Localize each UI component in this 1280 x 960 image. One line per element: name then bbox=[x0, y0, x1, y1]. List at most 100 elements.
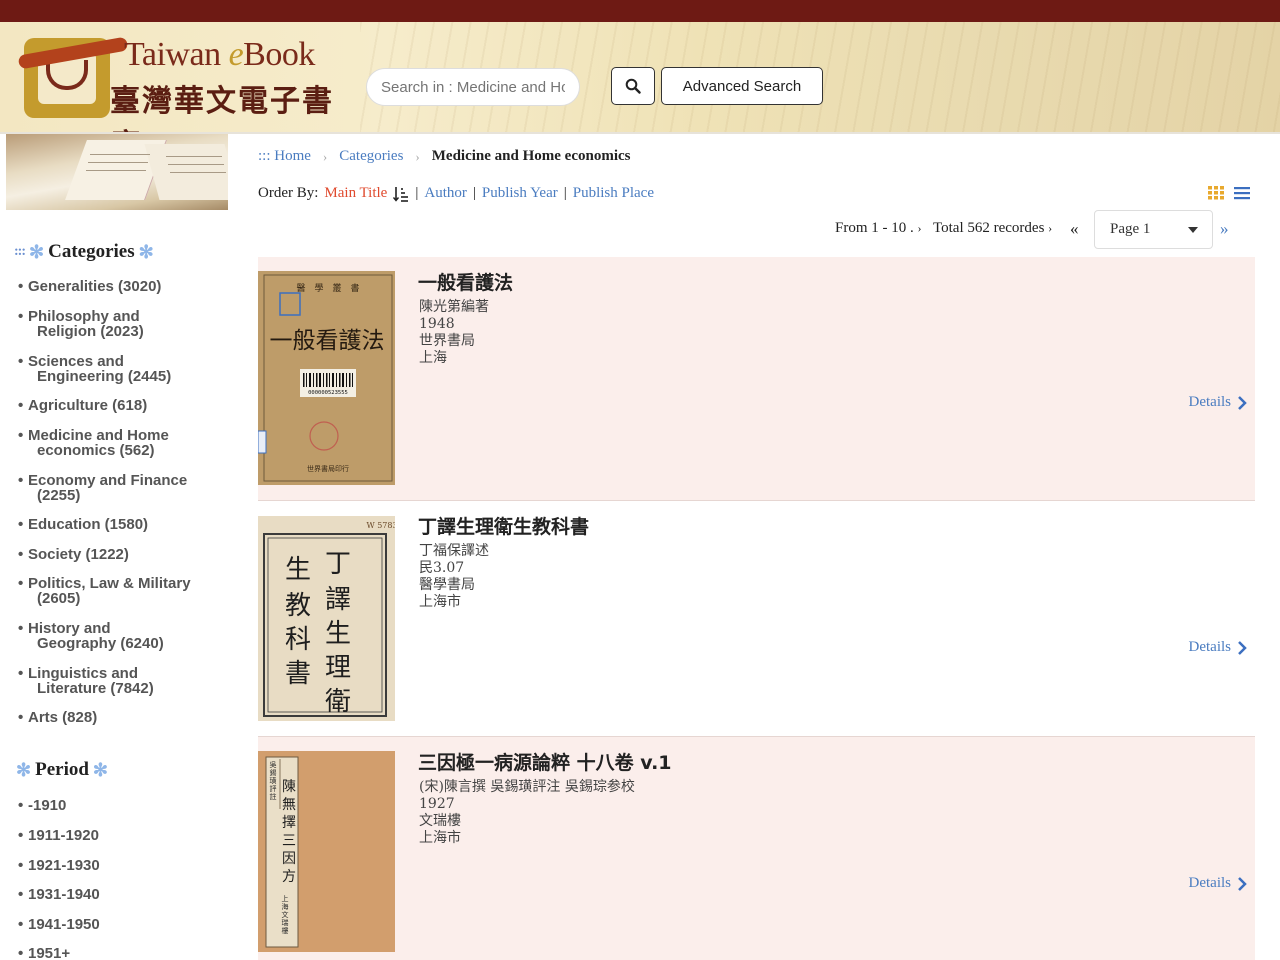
breadcrumb-home[interactable]: ::: Home bbox=[258, 148, 311, 165]
details-link[interactable]: Details bbox=[1189, 639, 1248, 656]
record-total: Total 562 recordes › bbox=[933, 220, 1053, 236]
svg-text:上: 上 bbox=[282, 894, 289, 903]
chevron-right-icon bbox=[1238, 640, 1247, 655]
category-item[interactable]: Philosophy andReligion (2023) bbox=[18, 309, 218, 339]
book-meta: (宋)陳言撰 吳錫璜評注 吳錫琮参校 1927 文瑞樓 上海市 bbox=[419, 779, 635, 847]
category-item[interactable]: Society (1222) bbox=[18, 547, 218, 562]
snowflake-icon: ✻ bbox=[92, 759, 109, 780]
book-author: 陳光第編著 bbox=[419, 299, 489, 315]
svg-text:樓: 樓 bbox=[282, 926, 289, 935]
book-title[interactable]: 三因極一病源論粹 十八卷 v.1 bbox=[418, 748, 672, 775]
search-icon bbox=[625, 78, 641, 94]
svg-text:璜: 璜 bbox=[270, 776, 277, 785]
book-row: 陳無擇三因方 吳錫璜評註 上海文瑞樓 三因極一病源論粹 十八卷 v.1 (宋)陳… bbox=[258, 737, 1255, 960]
advanced-search-button[interactable]: Advanced Search bbox=[661, 67, 823, 105]
breadcrumb-categories[interactable]: Categories bbox=[339, 148, 403, 165]
breadcrumb: ::: Home › Categories › Medicine and Hom… bbox=[258, 148, 631, 165]
next-page-icon[interactable]: » bbox=[1220, 219, 1229, 239]
details-link[interactable]: Details bbox=[1189, 394, 1248, 411]
search-input[interactable] bbox=[366, 68, 580, 106]
chevron-right-icon bbox=[1238, 876, 1247, 891]
list-view-icon[interactable] bbox=[1234, 186, 1250, 200]
svg-text:錫: 錫 bbox=[270, 768, 277, 777]
svg-text:理: 理 bbox=[325, 653, 351, 683]
period-item[interactable]: 1951+ bbox=[18, 946, 218, 960]
book-year: 民3.07 bbox=[419, 560, 465, 576]
book-publisher: 醫學書局 bbox=[419, 577, 475, 593]
book-place: 上海市 bbox=[419, 830, 461, 846]
details-label: Details bbox=[1188, 875, 1232, 891]
svg-text:無: 無 bbox=[282, 797, 296, 813]
book-meta: 丁福保譯述 民3.07 醫學書局 上海市 bbox=[419, 543, 489, 611]
category-item[interactable]: Linguistics andLiterature (7842) bbox=[18, 666, 218, 696]
svg-text:擇: 擇 bbox=[282, 815, 296, 831]
page-select[interactable]: Page 1 bbox=[1094, 210, 1213, 249]
snowflake-icon: ✻ bbox=[16, 759, 32, 780]
sort-author[interactable]: Author bbox=[424, 185, 467, 202]
sort-publish-year[interactable]: Publish Year bbox=[482, 185, 558, 202]
svg-text:教: 教 bbox=[285, 591, 311, 621]
svg-text:瑞: 瑞 bbox=[282, 918, 289, 927]
chevron-right-icon: › bbox=[415, 148, 420, 164]
category-item[interactable]: Sciences andEngineering (2445) bbox=[18, 354, 218, 384]
category-item[interactable]: History andGeography (6240) bbox=[18, 621, 218, 651]
snowflake-icon: ✻ bbox=[29, 241, 45, 262]
record-range: From 1 - 10 . › bbox=[835, 220, 922, 236]
category-item[interactable]: Medicine and Homeeconomics (562) bbox=[18, 428, 218, 458]
logo-book-icon bbox=[17, 36, 129, 118]
sidebar-book-image bbox=[6, 134, 228, 210]
svg-text:000000523555: 000000523555 bbox=[308, 390, 348, 396]
category-item[interactable]: Agriculture (618) bbox=[18, 398, 218, 413]
svg-text:因: 因 bbox=[282, 851, 296, 867]
book-place: 上海 bbox=[419, 350, 447, 366]
period-item[interactable]: 1931-1940 bbox=[18, 887, 218, 902]
book-author: (宋)陳言撰 吳錫璜評注 吳錫琮参校 bbox=[419, 779, 635, 795]
sort-main-title[interactable]: Main Title bbox=[324, 185, 387, 202]
divider: | bbox=[563, 185, 567, 201]
svg-text:生: 生 bbox=[285, 555, 311, 585]
breadcrumb-current: Medicine and Home economics bbox=[431, 148, 631, 164]
logo-text-zh: 臺灣華文電子書庫 bbox=[110, 84, 334, 132]
top-bar bbox=[0, 0, 1280, 22]
book-cover-image[interactable]: 醫 學 叢 書 一般看護法 000000523555 世界書局印行 bbox=[258, 271, 395, 485]
book-title[interactable]: 丁譯生理衛生教科書 bbox=[418, 512, 589, 539]
book-row: 醫 學 叢 書 一般看護法 000000523555 世界書局印行 一般看護法 … bbox=[258, 257, 1255, 501]
svg-text:方: 方 bbox=[282, 869, 296, 885]
book-cover-image[interactable]: W 5783 丁譯生理衛 生教科書 bbox=[258, 516, 395, 721]
book-title[interactable]: 一般看護法 bbox=[418, 268, 513, 295]
category-item[interactable]: Economy and Finance(2255) bbox=[18, 473, 218, 503]
details-link[interactable]: Details bbox=[1189, 875, 1248, 892]
svg-text:丁: 丁 bbox=[325, 549, 351, 579]
period-item[interactable]: 1921-1930 bbox=[18, 858, 218, 873]
period-item[interactable]: 1941-1950 bbox=[18, 917, 218, 932]
book-year: 1927 bbox=[419, 796, 455, 812]
divider: | bbox=[415, 185, 419, 201]
svg-text:註: 註 bbox=[270, 792, 277, 801]
category-item[interactable]: Politics, Law & Military(2605) bbox=[18, 576, 218, 606]
category-item[interactable]: Generalities (3020) bbox=[18, 279, 218, 294]
period-item[interactable]: 1911-1920 bbox=[18, 828, 218, 843]
svg-text:三: 三 bbox=[282, 833, 296, 849]
caret-down-icon bbox=[1188, 227, 1198, 233]
svg-text:W 5783: W 5783 bbox=[366, 521, 395, 530]
category-item[interactable]: Arts (828) bbox=[18, 710, 218, 725]
search-button[interactable] bbox=[611, 67, 655, 105]
divider: | bbox=[472, 185, 476, 201]
snowflake-icon: ✻ bbox=[138, 241, 154, 262]
site-logo[interactable]: Taiwan eBook 臺灣華文電子書庫 bbox=[12, 36, 342, 132]
book-publisher: 世界書局 bbox=[419, 333, 475, 349]
book-cover-image[interactable]: 陳無擇三因方 吳錫璜評註 上海文瑞樓 bbox=[258, 751, 395, 952]
book-author: 丁福保譯述 bbox=[419, 543, 489, 559]
svg-text:評: 評 bbox=[270, 784, 277, 793]
svg-text:衛: 衛 bbox=[325, 687, 351, 717]
period-item[interactable]: -1910 bbox=[18, 798, 218, 813]
logo-text-en: Taiwan eBook bbox=[124, 36, 315, 73]
grid-view-icon[interactable] bbox=[1208, 186, 1224, 200]
sort-ascending-icon[interactable] bbox=[393, 186, 409, 202]
prev-page-icon[interactable]: « bbox=[1070, 219, 1079, 239]
svg-text:一般看護法: 一般看護法 bbox=[270, 328, 385, 354]
categories-heading: ::: ✻ Categories ✻ bbox=[14, 241, 154, 262]
sort-publish-place[interactable]: Publish Place bbox=[573, 185, 654, 202]
svg-text:書: 書 bbox=[285, 659, 311, 689]
category-item[interactable]: Education (1580) bbox=[18, 517, 218, 532]
